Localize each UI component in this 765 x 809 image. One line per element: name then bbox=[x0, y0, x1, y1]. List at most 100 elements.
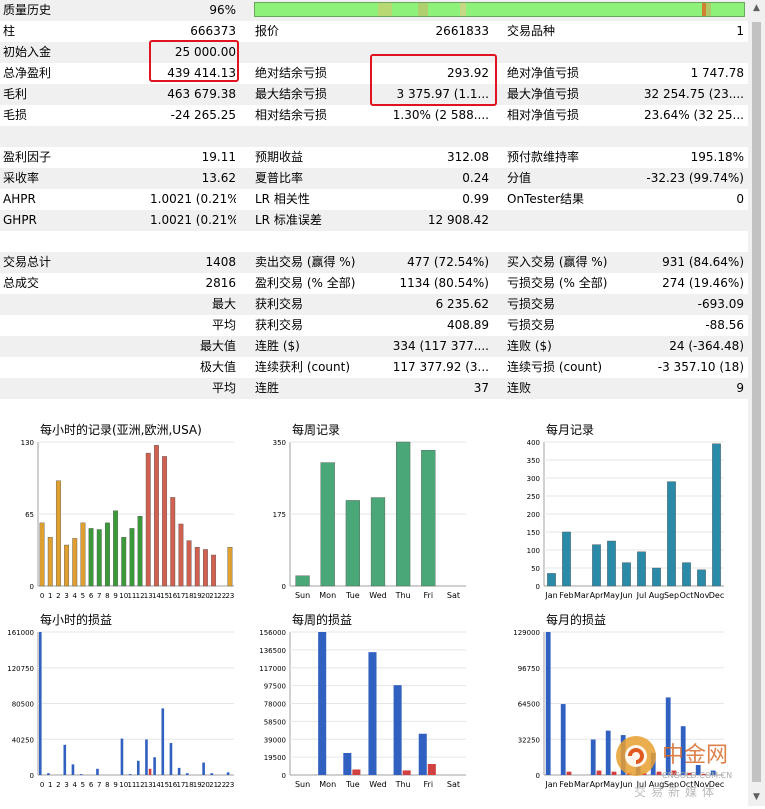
stat-value: 平均 bbox=[211, 381, 236, 395]
chart-bar bbox=[318, 632, 327, 775]
quality-label: 质量历史 bbox=[3, 3, 52, 17]
stat-value: -32.23 (99.74%) bbox=[646, 171, 744, 185]
chart-bar bbox=[560, 704, 566, 775]
chart-x-tick-label: 2 bbox=[56, 592, 60, 600]
chart-bar bbox=[96, 529, 102, 587]
chart-x-tick-label: Wed bbox=[369, 780, 386, 789]
watermark-logo: 中金网 CNGOLD.COM.CN 交易新媒体 bbox=[612, 732, 762, 802]
chart-y-tick-label: 65 bbox=[25, 511, 34, 519]
chart-y-tick-label: 40250 bbox=[12, 736, 34, 744]
chart-x-tick-label: Sep bbox=[664, 591, 679, 600]
chart-bar bbox=[185, 773, 189, 775]
chart-x-tick-label: Tue bbox=[345, 591, 360, 600]
chart-x-tick-label: 4 bbox=[73, 781, 78, 789]
chart-x-tick-label: Mar bbox=[574, 591, 590, 600]
chart-bar bbox=[96, 768, 99, 775]
chart-bar bbox=[226, 772, 230, 775]
chart-y-tick-label: 0 bbox=[282, 583, 286, 591]
chart-x-tick-label: Aug bbox=[649, 591, 665, 600]
chart-x-tick-label: Wed bbox=[369, 591, 386, 600]
quality-value: 96% bbox=[209, 3, 236, 17]
chart-bar bbox=[178, 523, 184, 587]
chart-x-tick-label: 7 bbox=[97, 781, 101, 789]
chart-y-tick-label: 156000 bbox=[259, 629, 286, 637]
chart-y-tick-label: 250 bbox=[527, 493, 540, 501]
chart-title: 每周记录 bbox=[292, 422, 340, 437]
chart-bar bbox=[622, 562, 631, 587]
stat-label bbox=[0, 357, 153, 378]
stat-value: 13.62 bbox=[201, 171, 236, 185]
chart-x-tick-label: Mon bbox=[319, 591, 336, 600]
chart-bar bbox=[368, 652, 377, 775]
chart-x-tick-label: 23 bbox=[225, 592, 234, 600]
chart-bar bbox=[320, 462, 335, 587]
chart-y-tick-label: 0 bbox=[536, 583, 540, 591]
chart-x-tick-label: 0 bbox=[40, 781, 44, 789]
chart-bar bbox=[682, 562, 691, 587]
chart-x-tick-label: 5 bbox=[81, 781, 85, 789]
stat-value: -3 357.10 (18) bbox=[657, 360, 744, 374]
chart-x-tick-label: Tue bbox=[345, 780, 360, 789]
stat-value: 1134 (80.54%) bbox=[399, 276, 489, 290]
chart-title: 每月的损益 bbox=[546, 612, 606, 627]
chart-x-tick-label: Apr bbox=[590, 591, 605, 600]
stat-value: 195.18% bbox=[690, 150, 744, 164]
chart-x-tick-label: Feb bbox=[559, 591, 573, 600]
chart-bar bbox=[652, 567, 661, 587]
chart-x-tick-label: Oct bbox=[680, 591, 694, 600]
chart-bar bbox=[39, 522, 45, 587]
stat-value: 1.30% (2 588.... bbox=[392, 108, 489, 122]
stat-value: 931 (84.64%) bbox=[662, 255, 744, 269]
chart-bar bbox=[137, 516, 143, 587]
scrollbar-thumb[interactable] bbox=[752, 22, 761, 782]
stat-label bbox=[0, 294, 153, 315]
chart-bar bbox=[64, 544, 70, 587]
chart-bar bbox=[194, 547, 200, 587]
chart-bar bbox=[421, 450, 436, 587]
chart-y-tick-label: 300 bbox=[527, 475, 540, 483]
stat-label bbox=[0, 336, 153, 357]
chart-y-tick-label: 39000 bbox=[264, 736, 286, 744]
stat-value: 117 377.92 (3... bbox=[392, 360, 489, 374]
chart-bar bbox=[295, 575, 310, 587]
stat-value bbox=[600, 210, 744, 231]
chart-bar bbox=[396, 441, 411, 587]
chart-y-tick-label: 58500 bbox=[264, 718, 286, 726]
chart-bar bbox=[104, 522, 110, 587]
chart-x-tick-label: 6 bbox=[89, 592, 94, 600]
chart-x-tick-label: 5 bbox=[81, 592, 85, 600]
chart-bar bbox=[177, 767, 181, 775]
chart-bar bbox=[162, 456, 168, 587]
chart-y-tick-label: 100 bbox=[527, 547, 540, 555]
vertical-scrollbar[interactable]: ▲ ▼ bbox=[748, 0, 765, 806]
chart-x-tick-label: Jul bbox=[636, 591, 647, 600]
chart-x-tick-label: 8 bbox=[105, 781, 109, 789]
stat-value: 463 679.38 bbox=[167, 87, 236, 101]
chart-bar bbox=[120, 738, 124, 775]
stat-value: 0 bbox=[736, 192, 744, 206]
chart-bar bbox=[148, 768, 152, 775]
stats-row: 采收率 13.62 夏普比率 0.24 分值 -32.23 (99.74%) bbox=[0, 168, 748, 189]
chart-bar bbox=[566, 771, 572, 775]
chart-x-tick-label: 3 bbox=[64, 781, 68, 789]
chart-bar bbox=[71, 764, 75, 775]
stats-row: 极大值 连续获利 (count) 117 377.92 (3... 连续亏损 (cou… bbox=[0, 357, 748, 378]
chart-x-tick-label: 1 bbox=[48, 781, 52, 789]
stats-row: 总成交 2816 盈利交易 (% 全部) 1134 (80.54%) 亏损交易 (% 全… bbox=[0, 273, 748, 294]
stat-value: 最大 bbox=[211, 297, 236, 311]
stat-value: 19.11 bbox=[201, 150, 236, 164]
scroll-up-arrow-icon[interactable]: ▲ bbox=[748, 0, 765, 17]
stat-value: 477 (72.54%) bbox=[407, 255, 489, 269]
chart-bar bbox=[345, 500, 360, 587]
chart-y-tick-label: 150 bbox=[527, 529, 540, 537]
chart-y-tick-label: 78000 bbox=[264, 701, 286, 709]
watermark-brand: 中金网 bbox=[662, 743, 728, 768]
stat-label: 采收率 bbox=[3, 171, 40, 185]
chart-bar bbox=[211, 554, 217, 587]
chart-bar bbox=[169, 743, 173, 775]
chart-bar bbox=[352, 769, 361, 775]
chart-bar bbox=[370, 497, 386, 587]
stat-value: 2661833 bbox=[435, 24, 489, 38]
chart-bar bbox=[153, 757, 156, 775]
chart-bar bbox=[47, 537, 53, 587]
